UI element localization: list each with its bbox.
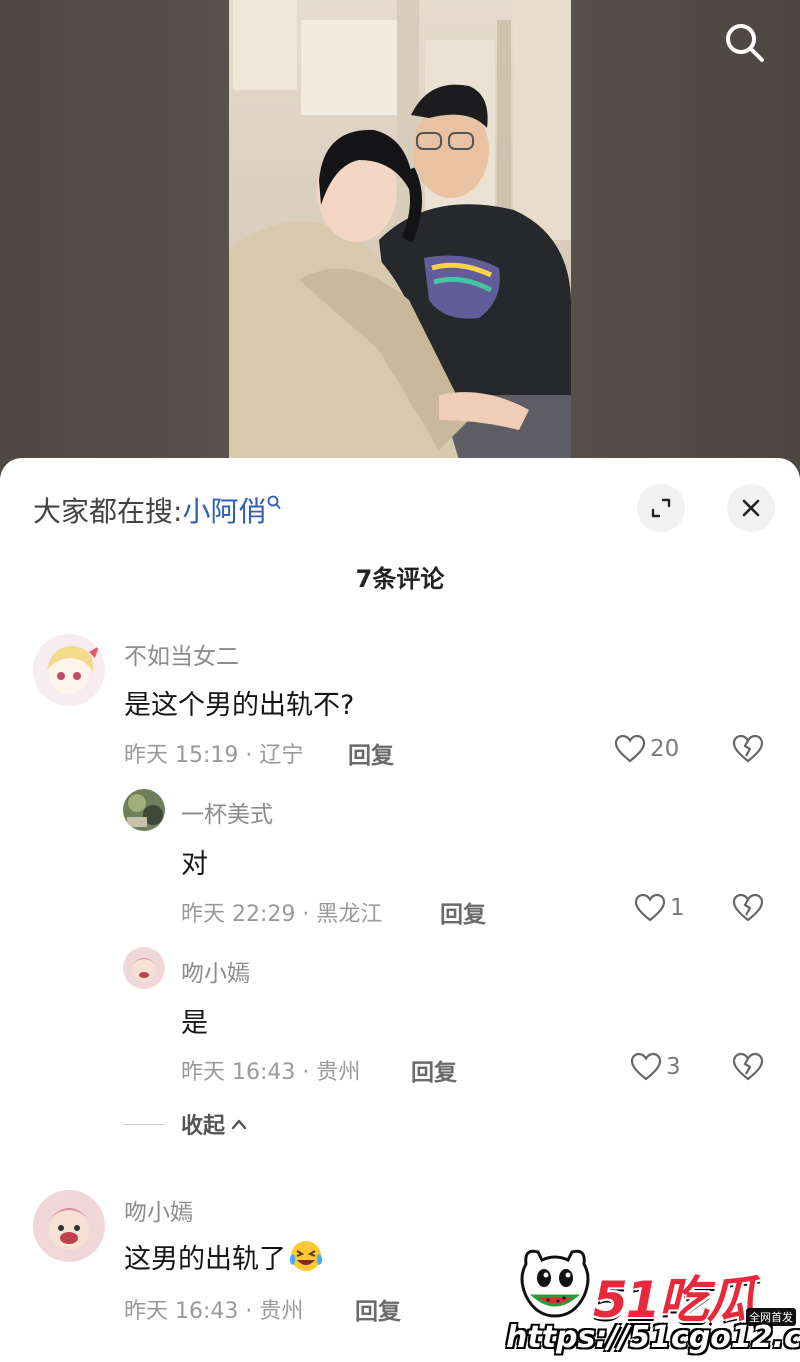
hot-search-mark xyxy=(267,495,281,516)
hot-search-prefix: 大家都在搜: xyxy=(33,495,183,528)
reply-button[interactable]: 回复 xyxy=(440,895,486,929)
reply-button[interactable]: 回复 xyxy=(411,1053,457,1087)
broken-heart-icon xyxy=(732,734,764,763)
watermelon-mascot-icon xyxy=(520,1249,590,1318)
comment-meta: 昨天 15:19 · 辽宁 xyxy=(124,743,304,768)
hot-search[interactable]: 大家都在搜: 小阿俏 xyxy=(33,490,281,530)
comment-count: 7条评论 xyxy=(355,565,445,593)
collapse-replies-button[interactable]: 收起 xyxy=(123,1108,247,1140)
dislike-button[interactable] xyxy=(732,734,764,768)
search-button[interactable] xyxy=(720,18,770,68)
comment-content: 这男的出轨了 xyxy=(124,1237,324,1276)
broken-heart-icon xyxy=(732,893,764,922)
small-search-icon xyxy=(268,495,281,509)
avatar[interactable] xyxy=(123,947,165,989)
avatar[interactable] xyxy=(33,1190,105,1262)
watermark: 51吃瓜 全网首发 https://51cgo12.com xyxy=(500,1240,800,1362)
comment-username[interactable]: 吻小嫣 xyxy=(124,1193,193,1227)
close-button[interactable] xyxy=(727,484,775,532)
avatar-image xyxy=(33,634,105,706)
expand-icon xyxy=(651,498,671,518)
divider xyxy=(123,1123,165,1125)
like-button[interactable]: 20 xyxy=(614,734,679,764)
avatar-image xyxy=(33,1190,105,1262)
video-area[interactable] xyxy=(0,0,800,478)
video-photo[interactable] xyxy=(229,0,571,460)
avatar[interactable] xyxy=(123,789,165,831)
reply-button[interactable]: 回复 xyxy=(355,1292,401,1326)
reply-button[interactable]: 回复 xyxy=(348,736,394,770)
like-button[interactable]: 1 xyxy=(634,893,685,923)
heart-icon xyxy=(630,1052,662,1081)
reply-meta: 昨天 22:29 · 黑龙江 xyxy=(181,902,383,927)
comment-username[interactable]: 不如当女二 xyxy=(124,637,239,671)
sheet-header: 大家都在搜: 小阿俏 7条评论 xyxy=(0,458,800,593)
collapse-label: 收起 xyxy=(181,1114,226,1139)
dislike-button[interactable] xyxy=(732,893,764,927)
watermark-url: https://51cgo12.com xyxy=(506,1320,800,1355)
like-count: 20 xyxy=(650,736,680,762)
avatar[interactable] xyxy=(33,634,105,706)
broken-heart-icon xyxy=(732,1052,764,1081)
reply-username[interactable]: 一杯美式 xyxy=(181,795,273,829)
comment-content: 是这个男的出轨不? xyxy=(124,690,355,721)
comment-meta: 昨天 16:43 · 贵州 xyxy=(124,1299,304,1324)
photo-illustration xyxy=(229,0,571,460)
reply-content: 是 xyxy=(181,1008,208,1039)
reply-content: 对 xyxy=(181,849,208,880)
laughing-crying-emoji-icon xyxy=(289,1241,323,1271)
like-count: 1 xyxy=(670,895,685,921)
reply-username[interactable]: 吻小嫣 xyxy=(181,954,250,988)
like-count: 3 xyxy=(666,1054,681,1080)
comment-screen: 大家都在搜: 小阿俏 7条评论 不如当女二 是这个男的出轨不? 昨天 15:19… xyxy=(0,0,800,1362)
heart-icon xyxy=(614,734,646,763)
expand-button[interactable] xyxy=(637,484,685,532)
close-icon xyxy=(742,499,760,517)
dislike-button[interactable] xyxy=(732,1052,764,1086)
reply-meta: 昨天 16:43 · 贵州 xyxy=(181,1060,361,1085)
avatar-image xyxy=(123,789,165,831)
comment-text: 这男的出轨了 xyxy=(124,1244,286,1275)
hot-search-term[interactable]: 小阿俏 xyxy=(182,490,266,530)
heart-icon xyxy=(634,893,666,922)
chevron-up-icon xyxy=(231,1119,247,1130)
like-button[interactable]: 3 xyxy=(630,1052,681,1082)
search-icon xyxy=(726,24,764,62)
avatar-image xyxy=(123,947,165,989)
